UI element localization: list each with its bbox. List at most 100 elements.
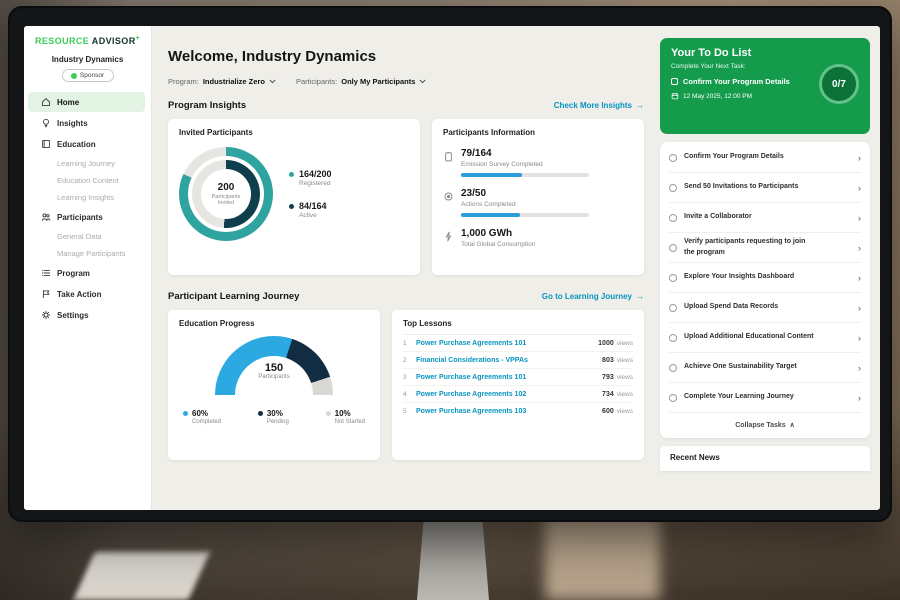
link-label: Go to Learning Journey	[542, 292, 632, 301]
sidebar-item-participants[interactable]: Participants	[28, 207, 145, 227]
background-light-band	[545, 515, 660, 600]
lesson-row: 2 Financial Considerations - VPPAs 803 v…	[403, 352, 633, 369]
lesson-link[interactable]: Power Purchase Agreements 101	[416, 374, 602, 381]
sidebar-item-settings[interactable]: Settings	[28, 305, 145, 325]
learning-journey-header: Participant Learning Journey Go to Learn…	[168, 291, 644, 302]
todo-progress-value: 0/7	[832, 79, 846, 90]
info-row-emission-survey: 79/164 Emission Survey Completed	[443, 148, 633, 177]
chevron-right-icon[interactable]: ›	[858, 393, 861, 403]
chevron-right-icon[interactable]: ›	[858, 243, 861, 253]
education-progress-card: Education Progress 150 Participants 60% …	[168, 310, 380, 460]
chevron-right-icon[interactable]: ›	[858, 213, 861, 223]
lesson-rank: 5	[403, 408, 416, 415]
program-insights-cards: Invited Participants 200 Participants In…	[168, 119, 644, 275]
task-checkbox-icon[interactable]	[669, 184, 677, 192]
task-checkbox-icon[interactable]	[669, 334, 677, 342]
legend-value: 84/164	[299, 201, 327, 211]
chevron-right-icon[interactable]: ›	[858, 333, 861, 343]
info-label: Total Global Consumption	[461, 241, 535, 248]
lesson-link[interactable]: Power Purchase Agreements 103	[416, 408, 602, 415]
todo-summary-card: Your To Do List Complete Your Next Task:…	[660, 38, 870, 134]
chevron-right-icon[interactable]: ›	[858, 303, 861, 313]
info-value: 23/50	[461, 188, 589, 199]
todo-title: Your To Do List	[671, 47, 859, 59]
task-checkbox-icon[interactable]	[669, 214, 677, 222]
task-checkbox-icon[interactable]	[669, 274, 677, 282]
sidebar-item-education-content[interactable]: Education Content	[24, 172, 151, 189]
legend-value: 30%	[267, 409, 283, 418]
program-filter-dropdown[interactable]: Program: Industrialize Zero	[168, 77, 276, 86]
due-date-text: 12 May 2025, 12:00 PM	[683, 93, 752, 100]
chevron-right-icon[interactable]: ›	[858, 183, 861, 193]
program-insights-header: Program Insights Check More Insights →	[168, 100, 644, 111]
chevron-up-icon: ∧	[790, 421, 795, 429]
sidebar-item-learning-journey[interactable]: Learning Journey	[24, 155, 151, 172]
participants-filter-value: Only My Participants	[341, 77, 415, 86]
recent-news-title: Recent News	[670, 453, 720, 462]
task-row-send-invitations[interactable]: Send 50 Invitations to Participants ›	[669, 173, 861, 203]
task-row-confirm-program[interactable]: Confirm Your Program Details ›	[669, 143, 861, 173]
sidebar-item-general-data[interactable]: General Data	[24, 228, 151, 245]
task-checkbox-icon[interactable]	[669, 394, 677, 402]
task-row-invite-collaborator[interactable]: Invite a Collaborator ›	[669, 203, 861, 233]
task-checkbox-icon[interactable]	[669, 244, 677, 252]
filters-row: Program: Industrialize Zero Participants…	[168, 77, 644, 86]
lesson-views-unit: views	[617, 357, 633, 364]
sidebar-item-home[interactable]: Home	[28, 92, 145, 112]
next-task-label: Confirm Your Program Details	[683, 77, 803, 86]
gear-icon	[41, 310, 51, 320]
recent-news-header[interactable]: Recent News	[660, 446, 870, 471]
sidebar-subitem-label: Education Content	[57, 176, 119, 185]
lesson-link[interactable]: Power Purchase Agreements 101	[416, 340, 598, 347]
task-row-complete-learning-journey[interactable]: Complete Your Learning Journey ›	[669, 383, 861, 413]
home-icon	[41, 97, 51, 107]
lesson-link[interactable]: Power Purchase Agreements 102	[416, 391, 602, 398]
legend-value: 60%	[192, 409, 208, 418]
task-row-upload-spend-data[interactable]: Upload Spend Data Records ›	[669, 293, 861, 323]
check-more-insights-link[interactable]: Check More Insights →	[554, 101, 644, 110]
chevron-right-icon[interactable]: ›	[858, 273, 861, 283]
invited-participants-card: Invited Participants 200 Participants In…	[168, 119, 420, 275]
task-row-upload-educational-content[interactable]: Upload Additional Educational Content ›	[669, 323, 861, 353]
chevron-right-icon[interactable]: ›	[858, 363, 861, 373]
progress-bar	[461, 213, 589, 217]
info-value: 1,000 GWh	[461, 228, 535, 239]
sponsor-icon	[71, 73, 77, 79]
task-checkbox-icon[interactable]	[669, 364, 677, 372]
task-row-explore-insights[interactable]: Explore Your Insights Dashboard ›	[669, 263, 861, 293]
chevron-right-icon[interactable]: ›	[858, 153, 861, 163]
participants-filter-dropdown[interactable]: Participants: Only My Participants	[296, 77, 426, 86]
sidebar-item-label: Education	[57, 140, 96, 149]
lesson-row: 3 Power Purchase Agreements 101 793 view…	[403, 369, 633, 386]
lesson-views-unit: views	[617, 340, 633, 347]
task-row-achieve-target[interactable]: Achieve One Sustainability Target ›	[669, 353, 861, 383]
arrow-right-icon: →	[636, 101, 644, 110]
sidebar-item-manage-participants[interactable]: Manage Participants	[24, 245, 151, 262]
clipboard-icon	[443, 149, 454, 160]
collapse-tasks-button[interactable]: Collapse Tasks ∧	[669, 413, 861, 437]
lesson-views-unit: views	[617, 391, 633, 398]
legend-item-completed: 60% Completed	[183, 409, 221, 425]
task-row-verify-participants[interactable]: Verify participants requesting to join t…	[669, 233, 861, 263]
sidebar-item-take-action[interactable]: Take Action	[28, 284, 145, 304]
task-checkbox-icon[interactable]	[669, 304, 677, 312]
lesson-link[interactable]: Financial Considerations - VPPAs	[416, 357, 602, 364]
organization-name: Industry Dynamics	[24, 55, 151, 64]
task-label: Achieve One Sustainability Target	[684, 362, 797, 372]
sidebar-item-insights[interactable]: Insights	[28, 113, 145, 133]
sidebar-item-program[interactable]: Program	[28, 263, 145, 283]
arrow-right-icon: →	[636, 292, 644, 301]
task-checkbox-icon[interactable]	[669, 154, 677, 162]
sidebar-item-learning-insights[interactable]: Learning Insights	[24, 189, 151, 206]
lesson-views-unit: views	[617, 374, 633, 381]
sidebar-item-education[interactable]: Education	[28, 134, 145, 154]
task-label: Complete Your Learning Journey	[684, 392, 794, 402]
go-to-learning-journey-link[interactable]: Go to Learning Journey →	[542, 292, 644, 301]
task-label: Invite a Collaborator	[684, 212, 752, 222]
card-title: Invited Participants	[179, 128, 409, 137]
legend-label: Registered	[299, 180, 332, 187]
lesson-views: 1000	[598, 340, 614, 347]
list-icon	[41, 268, 51, 278]
todo-panel: Your To Do List Complete Your Next Task:…	[656, 26, 880, 510]
checkbox-icon[interactable]	[671, 78, 678, 85]
